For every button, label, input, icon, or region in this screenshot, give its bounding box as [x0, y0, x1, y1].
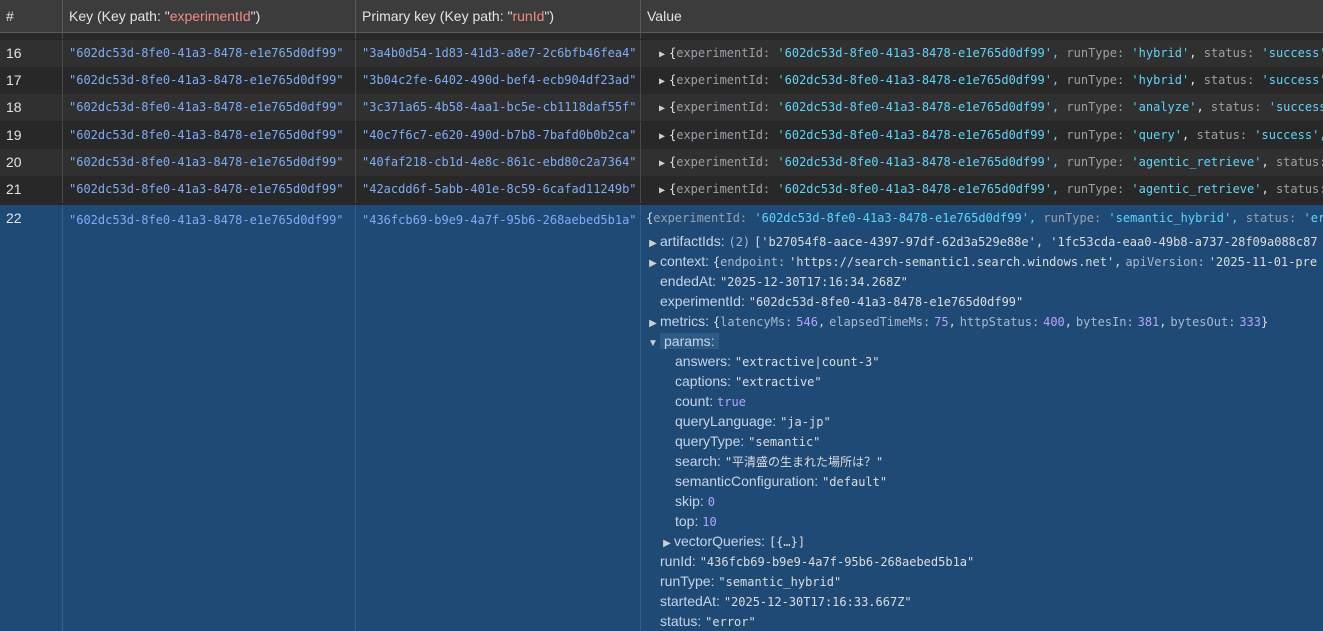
row-index: 20 [0, 148, 63, 176]
tree-node-param: search: "平清盛の生まれた場所は？" [675, 453, 884, 469]
expand-triangle-icon[interactable]: ▶ [655, 41, 669, 67]
row-value[interactable]: ▶ {experimentId: '602dc53d-8fe0-41a3-8478… [641, 176, 1323, 203]
row-primary-key: "3c371a65-4b58-4aa1-bc5e-cb1118daf55f" [356, 94, 641, 122]
table-row[interactable]: 16 "602dc53d-8fe0-41a3-8478-e1e765d0df99"… [0, 40, 1323, 67]
tree-node-params[interactable]: ▼ params: [646, 331, 719, 351]
tree-node-endedat: endedAt: "2025-12-30T17:16:34.268Z" [660, 273, 908, 289]
column-header-key[interactable]: Key (Key path: "experimentId") [63, 0, 356, 33]
row-index: 18 [0, 94, 63, 122]
row-value[interactable]: ▶ {experimentId: '602dc53d-8fe0-41a3-8478… [641, 67, 1323, 94]
expand-triangle-icon[interactable]: ▶ [655, 68, 669, 94]
table-row-partial [0, 33, 1323, 39]
row-key: "602dc53d-8fe0-41a3-8478-e1e765d0df99" [63, 40, 356, 67]
tree-node-status: status: "error" [660, 613, 756, 629]
column-header-value[interactable]: Value [641, 0, 1323, 33]
tree-node-artifactids[interactable]: ▶ artifactIds: (2) ['b27054f8-aace-4397-9… [646, 231, 1317, 251]
tree-node-param: queryLanguage: "ja-jp" [675, 413, 831, 429]
tree-node-param: captions: "extractive" [675, 373, 822, 389]
row-key: "602dc53d-8fe0-41a3-8478-e1e765d0df99" [63, 148, 356, 176]
table-row[interactable]: 20 "602dc53d-8fe0-41a3-8478-e1e765d0df99"… [0, 148, 1323, 176]
table-row[interactable]: 18 "602dc53d-8fe0-41a3-8478-e1e765d0df99"… [0, 94, 1323, 122]
tree-node-context[interactable]: ▶ context: {endpoint: 'https://search-sem… [646, 251, 1317, 271]
tree-node-param: skip: 0 [675, 493, 715, 509]
tree-node-runid: runId: "436fcb69-b9e9-4a7f-95b6-268aebed… [660, 553, 975, 569]
expand-triangle-icon[interactable]: ▶ [655, 95, 669, 121]
value-summary[interactable]: {experimentId: '602dc53d-8fe0-41a3-8478-… [646, 208, 1323, 228]
tree-node-param: top: 10 [675, 513, 717, 529]
expand-triangle-icon[interactable]: ▶ [655, 123, 669, 149]
row-key: "602dc53d-8fe0-41a3-8478-e1e765d0df99" [63, 205, 356, 631]
tree-node-param: semanticConfiguration: "default" [675, 473, 888, 489]
column-header-index[interactable]: # [0, 0, 63, 33]
row-key: "602dc53d-8fe0-41a3-8478-e1e765d0df99" [63, 94, 356, 122]
row-value[interactable]: ▶ {experimentId: '602dc53d-8fe0-41a3-8478… [641, 122, 1323, 149]
row-key: "602dc53d-8fe0-41a3-8478-e1e765d0df99" [63, 176, 356, 203]
column-header-primary-key[interactable]: Primary key (Key path: "runId") [356, 0, 641, 33]
row-index: 21 [0, 176, 63, 203]
row-primary-key: "40c7f6c7-e620-490d-b7b8-7bafd0b0b2ca" [356, 121, 641, 149]
expand-triangle-icon[interactable]: ▶ [655, 177, 669, 203]
tree-node-param: queryType: "semantic" [675, 433, 821, 449]
row-primary-key: "3b04c2fe-6402-490d-bef4-ecb904df23ad" [356, 67, 641, 95]
expand-triangle-icon[interactable]: ▶ [646, 254, 660, 274]
row-value[interactable]: ▶ {experimentId: '602dc53d-8fe0-41a3-8478… [641, 94, 1323, 121]
tree-node-experimentid: experimentId: "602dc53d-8fe0-41a3-8478-e… [660, 293, 1024, 309]
table-header: # Key (Key path: "experimentId") Primary… [0, 0, 1323, 33]
row-key: "602dc53d-8fe0-41a3-8478-e1e765d0df99" [63, 67, 356, 95]
row-value[interactable]: ▶ {experimentId: '602dc53d-8fe0-41a3-8478… [641, 149, 1323, 176]
table-row[interactable]: 19 "602dc53d-8fe0-41a3-8478-e1e765d0df99"… [0, 121, 1323, 149]
row-primary-key: "436fcb69-b9e9-4a7f-95b6-268aebed5b1a" [356, 205, 641, 631]
collapse-triangle-icon[interactable]: ▼ [646, 334, 660, 354]
row-index: 17 [0, 67, 63, 95]
tree-node-vectorqueries[interactable]: ▶ vectorQueries: [{…}] [660, 531, 805, 551]
tree-node-metrics[interactable]: ▶ metrics: {latencyMs: 546, elapsedTimeMs… [646, 311, 1268, 331]
row-index: 22 [0, 205, 63, 631]
tree-node-param: answers: "extractive|count-3" [675, 353, 880, 369]
expand-triangle-icon[interactable]: ▶ [655, 150, 669, 176]
row-index: 16 [0, 40, 63, 67]
row-primary-key: "3a4b0d54-1d83-41d3-a8e7-2c6bfb46fea4" [356, 40, 641, 67]
table-row[interactable]: 17 "602dc53d-8fe0-41a3-8478-e1e765d0df99"… [0, 67, 1323, 95]
tree-node-runtype: runType: "semantic_hybrid" [660, 573, 842, 589]
table-row[interactable]: 21 "602dc53d-8fe0-41a3-8478-e1e765d0df99"… [0, 176, 1323, 203]
row-primary-key: "40faf218-cb1d-4e8c-861c-ebd80c2a7364" [356, 148, 641, 176]
tree-node-startedat: startedAt: "2025-12-30T17:16:33.667Z" [660, 593, 912, 609]
row-value[interactable]: ▶ {experimentId: '602dc53d-8fe0-41a3-8478… [641, 40, 1323, 67]
row-key: "602dc53d-8fe0-41a3-8478-e1e765d0df99" [63, 121, 356, 149]
value-tree: {experimentId: '602dc53d-8fe0-41a3-8478-… [646, 205, 1323, 631]
row-primary-key: "42acdd6f-5abb-401e-8c59-6cafad11249b" [356, 176, 641, 203]
row-index: 19 [0, 121, 63, 149]
tree-node-param: count: true [675, 393, 746, 409]
